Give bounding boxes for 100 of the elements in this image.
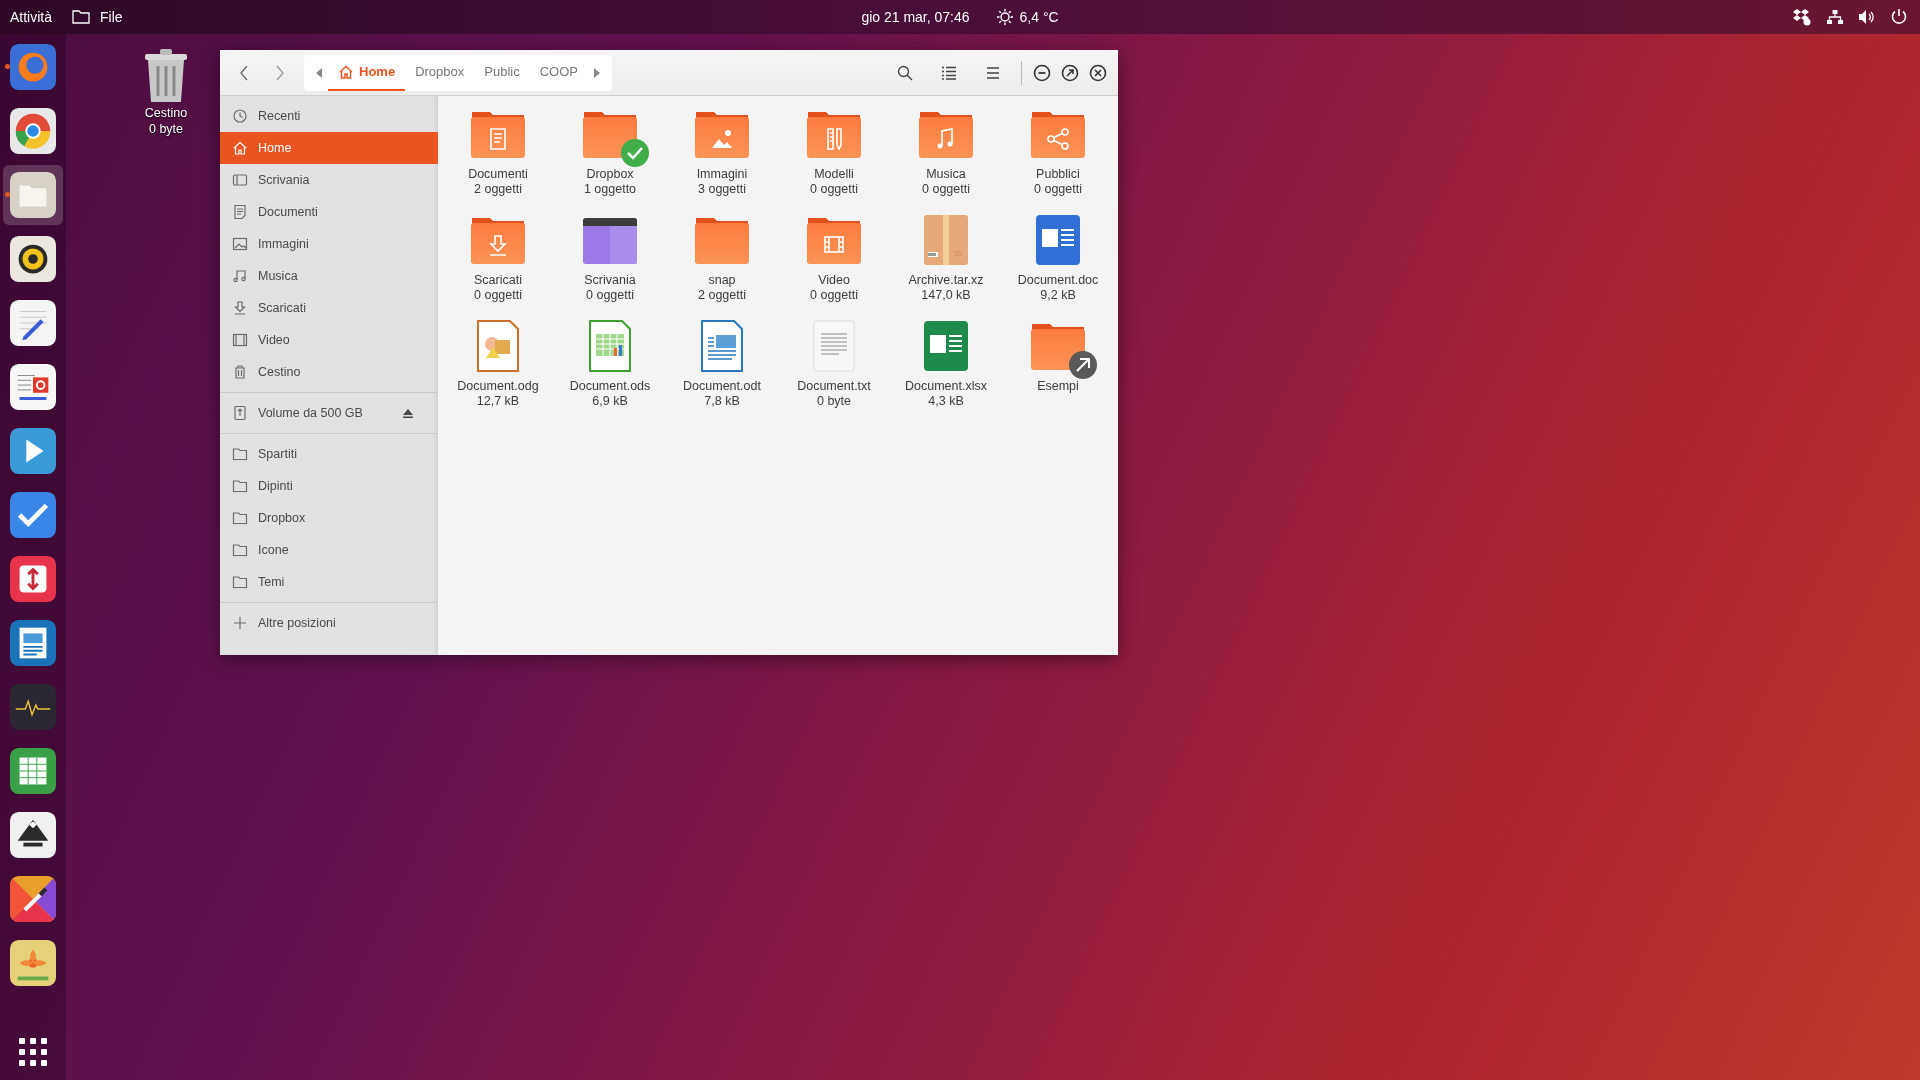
checklist-icon [10, 492, 56, 538]
file-detail: 0 oggetti [810, 288, 858, 302]
dock-item[interactable] [3, 165, 63, 225]
file-detail: 9,2 kB [1040, 288, 1076, 302]
trash-can-icon[interactable] [143, 48, 189, 104]
sidebar-item[interactable]: Temi [220, 566, 438, 598]
clock[interactable]: gio 21 mar, 07:46 [861, 9, 970, 25]
sidebar-item[interactable]: Volume da 500 GB [220, 397, 438, 429]
file-item[interactable]: Archive.tar.xz 147,0 kB [890, 212, 1002, 318]
search-icon [897, 64, 913, 81]
browser-icon [10, 44, 56, 90]
file-detail: 3 oggetti [698, 182, 746, 196]
file-item[interactable]: Scaricati 0 oggetti [442, 212, 554, 318]
file-name: Video [818, 273, 850, 287]
file-name: Archive.tar.xz [908, 273, 984, 287]
system-monitor-icon [10, 684, 56, 730]
text-editor-icon [10, 300, 56, 346]
weather-temperature[interactable]: 6,4 °C [1019, 9, 1059, 25]
check-badge-icon [620, 138, 650, 168]
sidebar-item[interactable]: Documenti [220, 196, 438, 228]
writer-icon [10, 620, 56, 666]
network-icon[interactable] [1826, 9, 1844, 25]
sun-icon [995, 8, 1014, 26]
path-tab[interactable]: Public [474, 54, 530, 91]
file-item[interactable]: Document.doc 9,2 kB [1002, 212, 1114, 318]
sidebar-item[interactable]: Spartiti [220, 438, 438, 470]
file-name: Document.doc [1017, 273, 1099, 287]
cloud-sync-icon[interactable] [1792, 8, 1812, 26]
folder-icon [72, 9, 90, 25]
pictures-icon [232, 236, 248, 252]
power-icon[interactable] [1890, 8, 1908, 26]
sidebar-item[interactable]: Icone [220, 534, 438, 566]
file-item[interactable]: Document.odt 7,8 kB [666, 318, 778, 424]
sidebar-item[interactable]: Immagini [220, 228, 438, 260]
sidebar-item[interactable]: Dipinti [220, 470, 438, 502]
file-detail: 2 oggetti [698, 288, 746, 302]
folder-icon [232, 574, 248, 590]
folder-icon [232, 542, 248, 558]
desktop-icon [232, 172, 248, 188]
triangle-right-icon [593, 67, 601, 78]
activities-button[interactable]: Attività [10, 9, 52, 25]
file-name: Scrivania [584, 273, 636, 287]
file-detail: 1 oggetto [583, 182, 637, 196]
file-item[interactable]: Pubblici 0 oggetti [1002, 106, 1114, 212]
link-arrow-badge-icon [1068, 350, 1098, 380]
video-player-icon [10, 428, 56, 474]
spreadsheet-icon [10, 748, 56, 794]
file-item[interactable]: Documenti 2 oggetti [442, 106, 554, 212]
home-icon [338, 63, 354, 80]
video-icon [232, 332, 248, 348]
news-reader-icon [10, 364, 56, 410]
file-item[interactable]: Document.xlsx 4,3 kB [890, 318, 1002, 424]
file-name: Documenti [468, 167, 528, 181]
file-name: Document.xlsx [905, 379, 987, 393]
app-grid-icon[interactable] [19, 1038, 47, 1066]
file-item[interactable]: Musica 0 oggetti [890, 106, 1002, 212]
list-view-icon [941, 64, 957, 81]
file-item[interactable]: Document.txt 0 byte [778, 318, 890, 424]
file-name: Musica [926, 167, 966, 181]
sidebar-item[interactable]: Home [220, 132, 438, 164]
file-item[interactable]: Dropbox 1 oggetto [554, 106, 666, 212]
file-item[interactable]: Video 0 oggetti [778, 212, 890, 318]
transfer-icon [10, 556, 56, 602]
folder-icon [232, 478, 248, 494]
sidebar-item[interactable]: Cestino [220, 356, 438, 388]
sidebar-item[interactable]: Altre posizioni [220, 607, 438, 639]
documents-icon [232, 204, 248, 220]
sidebar-item[interactable]: Video [220, 324, 438, 356]
sidebar-item[interactable]: Recenti [220, 100, 438, 132]
app-menu[interactable]: File [100, 9, 123, 25]
path-tab[interactable]: COOP [529, 54, 588, 91]
files-icon [10, 172, 56, 218]
file-item[interactable]: Immagini 3 oggetti [666, 106, 778, 212]
sidebar-item[interactable]: Scrivania [220, 164, 438, 196]
sidebar-item[interactable]: Musica [220, 260, 438, 292]
file-item[interactable]: Modelli 0 oggetti [778, 106, 890, 212]
file-detail: 0 oggetti [810, 182, 858, 196]
file-name: Esempi [1037, 379, 1079, 393]
home-icon [232, 140, 248, 156]
file-name: snap [708, 273, 736, 287]
file-detail: 0 oggetti [474, 288, 522, 302]
file-item[interactable]: snap 2 oggetti [666, 212, 778, 318]
file-item[interactable]: Document.ods 6,9 kB [554, 318, 666, 424]
path-tab[interactable]: Home [328, 54, 406, 91]
triangle-left-icon [315, 67, 323, 78]
sidebar-item[interactable]: Scaricati [220, 292, 438, 324]
path-tab[interactable]: Dropbox [405, 54, 475, 91]
file-detail: 7,8 kB [704, 394, 740, 408]
file-detail: 0 oggetti [586, 288, 634, 302]
file-item[interactable]: Document.odg 12,7 kB [442, 318, 554, 424]
sidebar-item[interactable]: Dropbox [220, 502, 438, 534]
file-detail: 0 oggetti [1034, 182, 1082, 196]
file-item[interactable]: Esempi [1002, 318, 1114, 424]
add-icon [232, 615, 248, 631]
file-detail: 147,0 kB [921, 288, 971, 302]
volume-icon[interactable] [1858, 9, 1876, 25]
file-detail: 4,3 kB [928, 394, 964, 408]
file-item[interactable]: Scrivania 0 oggetti [554, 212, 666, 318]
file-detail: 0 oggetti [922, 182, 970, 196]
file-name: Document.odg [457, 379, 539, 393]
